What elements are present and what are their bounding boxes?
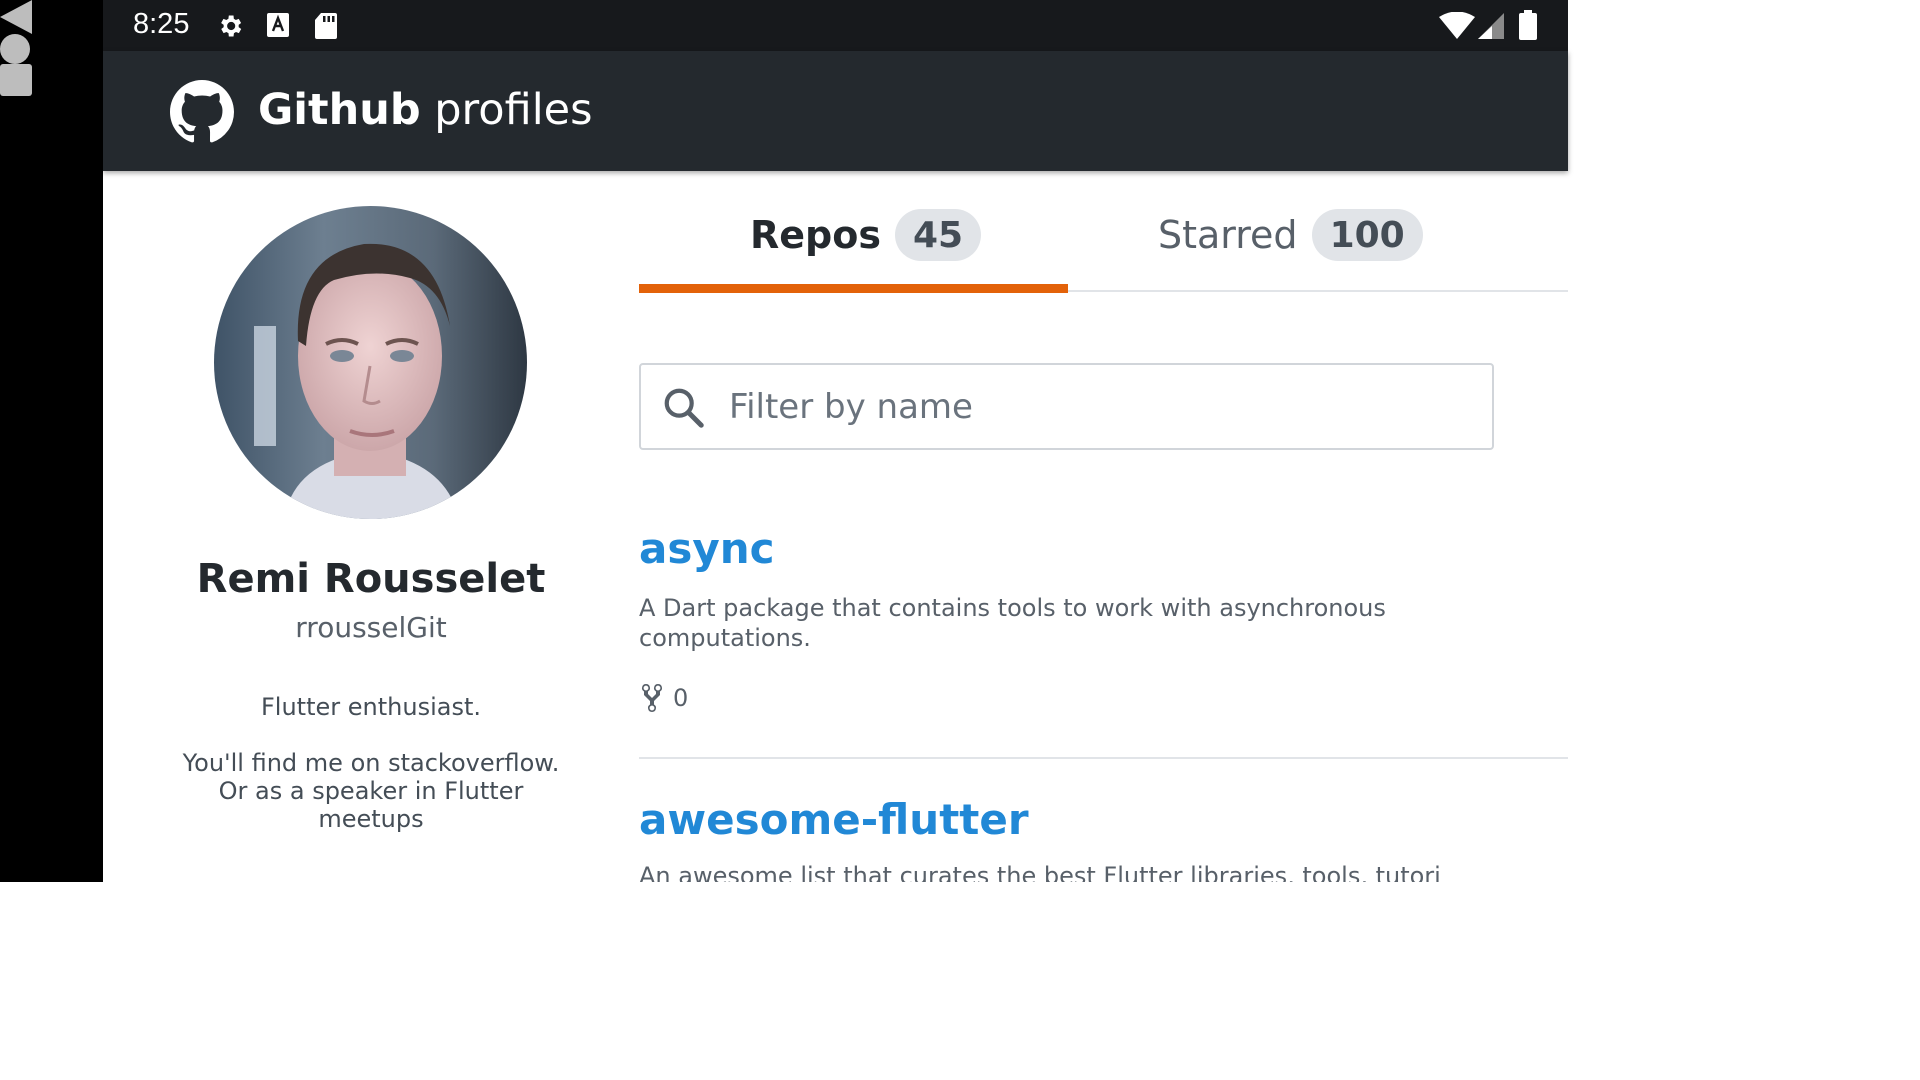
repo-name-link[interactable]: awesome-flutter	[639, 795, 1029, 844]
repo-description: A Dart package that contains tools to wo…	[639, 594, 1386, 652]
list-divider	[639, 757, 1568, 759]
repo-name-link[interactable]: async	[639, 524, 775, 573]
status-time: 8:25	[133, 8, 190, 40]
tab-starred-label: Starred	[1158, 213, 1298, 257]
tab-repos-count: 45	[894, 209, 982, 261]
wifi-icon	[1439, 12, 1475, 39]
profile-name: Remi Rousselet	[196, 556, 546, 602]
home-icon[interactable]	[0, 34, 30, 64]
tab-indicator	[639, 284, 1068, 293]
search-icon	[664, 388, 704, 428]
fork-count: 0	[673, 684, 689, 712]
app-title: Github profiles	[258, 85, 593, 135]
gear-icon	[221, 15, 242, 37]
repo-forks: 0	[639, 682, 688, 714]
app-bar: Github profiles	[103, 51, 1568, 171]
github-logo-icon	[170, 80, 234, 143]
keyboard-a-icon	[267, 13, 289, 37]
status-bar: 8:25	[103, 0, 1568, 51]
battery-icon	[1519, 10, 1537, 40]
sd-card-icon	[315, 13, 337, 39]
bio-line: Flutter enthusiast.	[261, 693, 481, 721]
profile-bio: Flutter enthusiast. You'll find me on st…	[103, 693, 639, 833]
filter-input[interactable]	[729, 365, 1469, 448]
bio-line: You'll find me on stackoverflow. Or as a…	[182, 749, 560, 833]
app-title-bold: Github	[258, 85, 421, 135]
profile-login: rrousselGit	[295, 611, 447, 644]
avatar	[214, 206, 527, 519]
repo-description: An awesome list that curates the best Fl…	[639, 862, 1439, 882]
tab-repos-label: Repos	[750, 213, 881, 257]
navigation-bar	[0, 0, 103, 882]
filter-field[interactable]	[639, 363, 1494, 450]
tab-starred-count: 100	[1311, 209, 1423, 261]
tab-starred[interactable]: Starred 100	[1158, 209, 1423, 261]
signal-icon	[1478, 13, 1504, 39]
back-icon[interactable]	[0, 0, 32, 34]
fork-icon	[642, 684, 662, 712]
avatar-photo	[214, 206, 527, 519]
tab-repos[interactable]: Repos 45	[750, 209, 982, 261]
app-title-rest: profiles	[434, 85, 593, 135]
recents-icon[interactable]	[0, 64, 32, 96]
